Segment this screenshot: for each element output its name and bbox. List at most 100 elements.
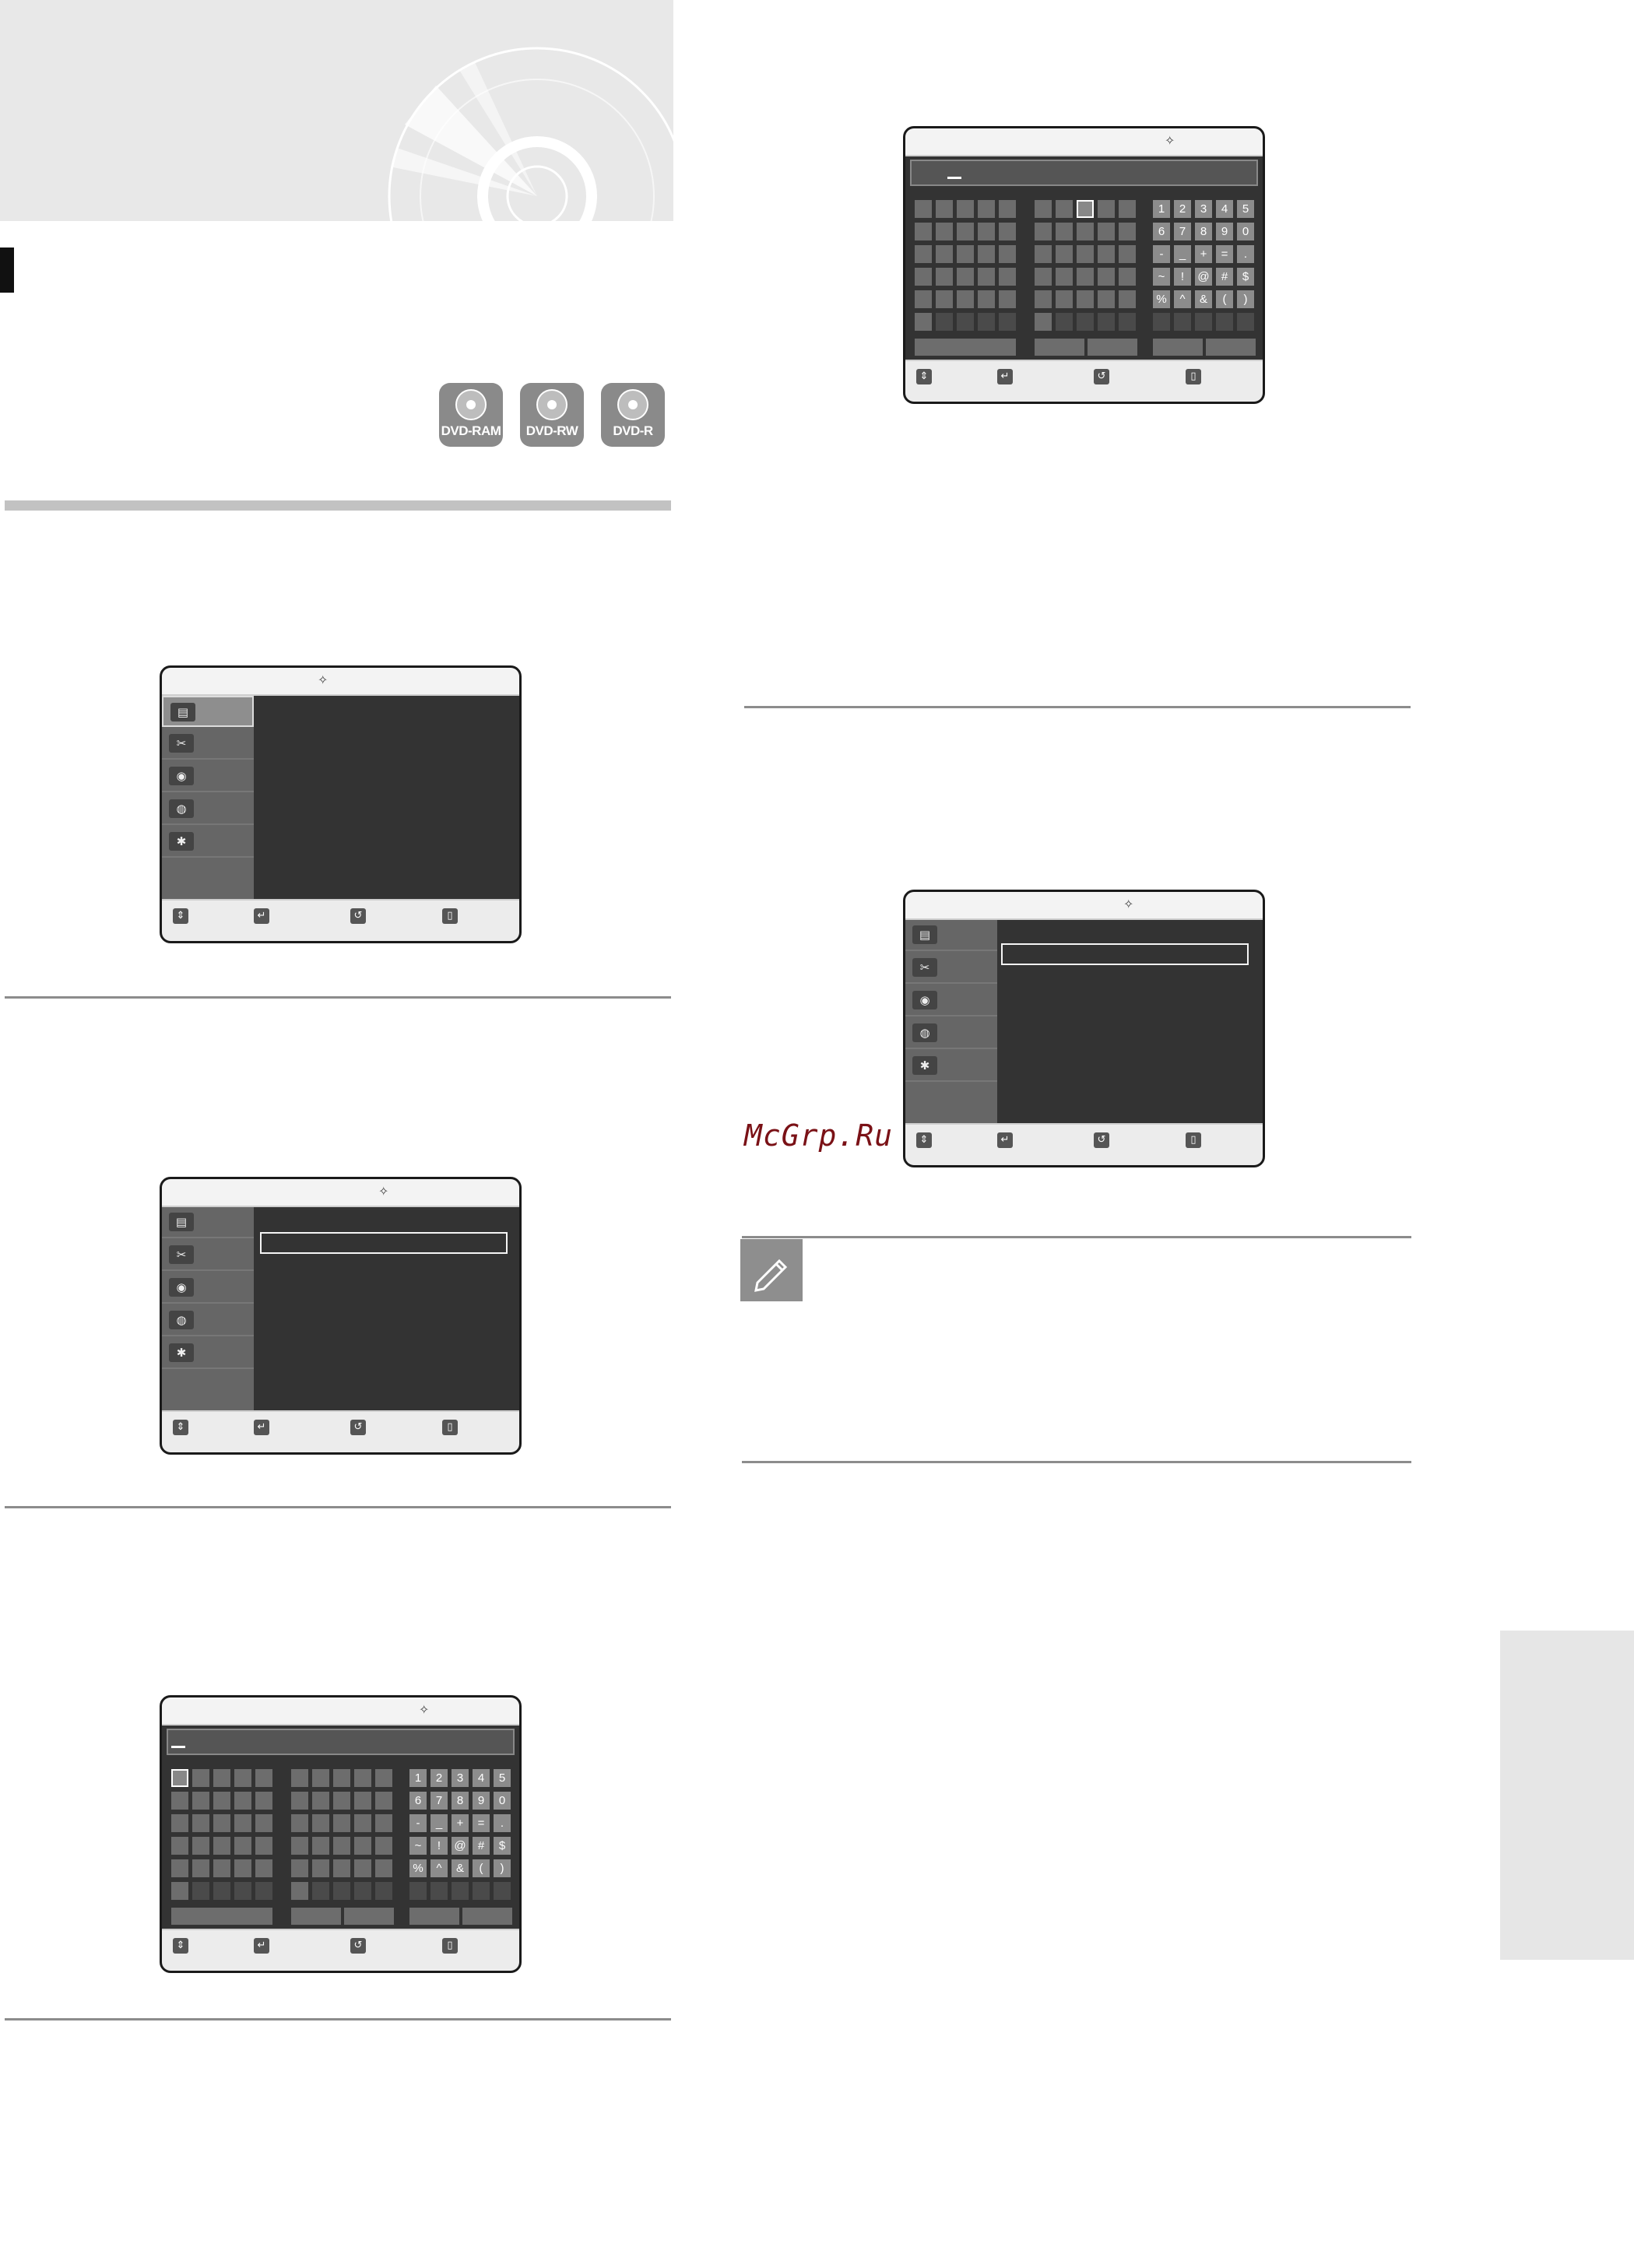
keyboard-function-key[interactable] — [462, 1908, 512, 1925]
keyboard-letter-key[interactable] — [171, 1837, 188, 1855]
keyboard-symbol-key[interactable]: ! — [1174, 268, 1191, 286]
keyboard-symbol-key[interactable]: $ — [1237, 268, 1254, 286]
keyboard-letter-key[interactable] — [291, 1859, 308, 1877]
keyboard-letter-key[interactable] — [1056, 245, 1073, 263]
keyboard-letter-key[interactable] — [291, 1882, 308, 1900]
keyboard-letter-key[interactable] — [1077, 245, 1094, 263]
keyboard-letter-key[interactable] — [936, 245, 953, 263]
keyboard-symbol-key[interactable]: $ — [494, 1837, 511, 1855]
keyboard-letter-key[interactable] — [1119, 245, 1136, 263]
keyboard-symbol-key[interactable]: ( — [1216, 290, 1233, 308]
keyboard-function-key[interactable] — [1206, 339, 1256, 356]
keyboard-letter-key[interactable] — [291, 1814, 308, 1832]
keyboard-symbol-key[interactable]: . — [1237, 245, 1254, 263]
keyboard-letter-key[interactable] — [255, 1814, 272, 1832]
keyboard-letter-key[interactable] — [1056, 223, 1073, 240]
keyboard-symbol-key[interactable]: @ — [1195, 268, 1212, 286]
keyboard-letter-key[interactable] — [213, 1837, 230, 1855]
keyboard-letter-key[interactable] — [1077, 200, 1094, 218]
keyboard-symbol-key[interactable]: - — [1153, 245, 1170, 263]
keyboard-letter-key[interactable] — [1077, 313, 1094, 331]
keyboard-letter-key[interactable] — [936, 200, 953, 218]
keyboard-letter-key[interactable] — [255, 1882, 272, 1900]
keyboard-letter-key[interactable] — [291, 1837, 308, 1855]
keyboard-letter-key[interactable] — [213, 1792, 230, 1810]
keyboard-letter-key[interactable] — [915, 200, 932, 218]
keyboard-letter-key[interactable] — [171, 1882, 188, 1900]
keyboard-letter-key[interactable] — [255, 1769, 272, 1787]
keyboard-symbol-key[interactable]: + — [1195, 245, 1212, 263]
menu-item[interactable]: ◍ — [162, 794, 254, 825]
keyboard-symbol-key[interactable]: . — [494, 1814, 511, 1832]
keyboard-letter-key[interactable] — [978, 313, 995, 331]
menu-item[interactable]: ✂ — [905, 953, 997, 984]
keyboard-symbol-key[interactable]: 1 — [1153, 200, 1170, 218]
keyboard-symbol-key[interactable]: 0 — [1237, 223, 1254, 240]
keyboard-letter-key[interactable] — [1056, 200, 1073, 218]
keyboard-letter-key[interactable] — [234, 1814, 251, 1832]
keyboard-symbol-key[interactable]: ^ — [1174, 290, 1191, 308]
keyboard-letter-key[interactable] — [171, 1792, 188, 1810]
keyboard-letter-key[interactable] — [1119, 223, 1136, 240]
menu-item[interactable]: ◍ — [905, 1018, 997, 1049]
keyboard-letter-key[interactable] — [1035, 223, 1052, 240]
keyboard-letter-key[interactable] — [1035, 290, 1052, 308]
keyboard-letter-key[interactable] — [1119, 290, 1136, 308]
keyboard-symbol-key[interactable]: ) — [494, 1859, 511, 1877]
menu-item[interactable]: ✱ — [905, 1051, 997, 1082]
menu-item[interactable]: ▤ — [162, 1207, 254, 1238]
menu-item[interactable]: ✱ — [162, 1338, 254, 1369]
keyboard-letter-key[interactable] — [354, 1814, 371, 1832]
keyboard-function-key[interactable] — [915, 339, 1016, 356]
keyboard-letter-key[interactable] — [1098, 290, 1115, 308]
keyboard-letter-key[interactable] — [978, 245, 995, 263]
keyboard-letter-key[interactable] — [192, 1792, 209, 1810]
keyboard-letter-key[interactable] — [1119, 313, 1136, 331]
keyboard-letter-key[interactable] — [333, 1814, 350, 1832]
keyboard-symbol-key[interactable]: # — [473, 1837, 490, 1855]
keyboard-letter-key[interactable] — [213, 1859, 230, 1877]
keyboard-letter-key[interactable] — [957, 200, 974, 218]
keyboard-letter-key[interactable] — [978, 200, 995, 218]
keyboard-letter-key[interactable] — [1119, 268, 1136, 286]
name-field[interactable] — [260, 1232, 508, 1254]
keyboard-letter-key[interactable] — [312, 1859, 329, 1877]
menu-item[interactable]: ◍ — [162, 1305, 254, 1336]
keyboard-letter-key[interactable] — [213, 1882, 230, 1900]
keyboard-symbol-key[interactable]: ~ — [1153, 268, 1170, 286]
keyboard-function-key[interactable] — [1035, 339, 1084, 356]
keyboard-function-key[interactable] — [1088, 339, 1137, 356]
keyboard-letter-key[interactable] — [915, 223, 932, 240]
keyboard-function-key[interactable] — [171, 1908, 272, 1925]
keyboard-symbol-key[interactable]: & — [1195, 290, 1212, 308]
keyboard-symbol-key[interactable]: 8 — [452, 1792, 469, 1810]
keyboard-symbol-key[interactable]: 5 — [1237, 200, 1254, 218]
keyboard-letter-key[interactable] — [354, 1859, 371, 1877]
keyboard-letter-key[interactable] — [1098, 268, 1115, 286]
keyboard-letter-key[interactable] — [915, 268, 932, 286]
keyboard-symbol-key[interactable]: 6 — [409, 1792, 427, 1810]
keyboard-letter-key[interactable] — [915, 245, 932, 263]
keyboard-letter-key[interactable] — [192, 1814, 209, 1832]
keyboard-letter-key[interactable] — [1056, 290, 1073, 308]
keyboard-letter-key[interactable] — [999, 223, 1016, 240]
keyboard-symbol-key[interactable]: % — [409, 1859, 427, 1877]
keyboard-letter-key[interactable] — [1077, 223, 1094, 240]
keyboard-letter-key[interactable] — [312, 1814, 329, 1832]
keyboard-symbol-key[interactable]: 4 — [473, 1769, 490, 1787]
keyboard-symbol-key[interactable]: # — [1216, 268, 1233, 286]
keyboard-symbol-key[interactable]: 2 — [1174, 200, 1191, 218]
keyboard-letter-key[interactable] — [936, 223, 953, 240]
keyboard-letter-key[interactable] — [312, 1837, 329, 1855]
keyboard-symbol-key[interactable]: 7 — [1174, 223, 1191, 240]
keyboard-symbol-key[interactable]: 8 — [1195, 223, 1212, 240]
keyboard-letter-key[interactable] — [213, 1814, 230, 1832]
keyboard-letter-key[interactable] — [234, 1769, 251, 1787]
keyboard-function-key[interactable] — [409, 1908, 459, 1925]
keyboard-letter-key[interactable] — [957, 313, 974, 331]
keyboard-letter-key[interactable] — [1098, 313, 1115, 331]
keyboard-letter-key[interactable] — [354, 1837, 371, 1855]
keyboard-letter-key[interactable] — [291, 1769, 308, 1787]
menu-item[interactable]: ▤ — [905, 920, 997, 951]
keyboard-letter-key[interactable] — [999, 200, 1016, 218]
